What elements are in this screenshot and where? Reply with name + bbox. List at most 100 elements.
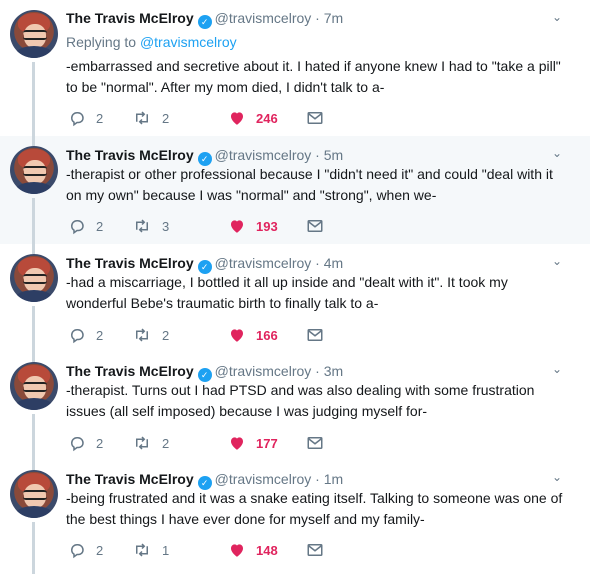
reply-icon	[70, 329, 84, 344]
tweet-timestamp[interactable]: 5m	[324, 147, 343, 163]
thread-connector	[32, 414, 35, 460]
like-button[interactable]: 148	[228, 540, 278, 560]
reply-count: 2	[96, 327, 104, 343]
retweet-count: 2	[162, 110, 170, 126]
retweet-icon	[136, 436, 148, 450]
chevron-down-icon[interactable]: ⌄	[552, 146, 566, 160]
reply-button[interactable]: 2	[68, 325, 103, 345]
retweet-button[interactable]: 2	[132, 108, 169, 128]
tweet-header: The Travis McElroy ✓ @travismcelroy · 1m	[66, 470, 343, 490]
verified-badge-icon: ✓	[197, 15, 212, 29]
tweet-text: -had a miscarriage, I bottled it all up …	[66, 274, 508, 311]
separator-dot: ·	[315, 471, 320, 487]
avatar[interactable]	[10, 10, 58, 58]
tweet-timestamp[interactable]: 1m	[324, 471, 343, 487]
like-button[interactable]: 246	[228, 108, 278, 128]
envelope-icon	[307, 220, 323, 232]
retweet-icon	[136, 328, 148, 342]
retweet-count: 1	[162, 542, 170, 558]
chevron-down-icon[interactable]: ⌄	[552, 10, 566, 24]
retweet-icon	[136, 543, 148, 557]
chevron-down-icon[interactable]: ⌄	[552, 470, 566, 484]
direct-message-button[interactable]	[306, 325, 324, 345]
avatar[interactable]	[10, 470, 58, 518]
reply-count: 2	[96, 110, 104, 126]
retweet-button[interactable]: 3	[132, 216, 169, 236]
tweet[interactable]: The Travis McElroy ✓ @travismcelroy · 4m ⌄…	[0, 244, 590, 352]
author-name[interactable]: The Travis McElroy	[66, 471, 194, 487]
heart-icon	[231, 220, 243, 233]
author-name[interactable]: The Travis McElroy	[66, 363, 194, 379]
thread-connector	[32, 352, 35, 362]
separator-dot: ·	[315, 10, 320, 26]
direct-message-button[interactable]	[306, 216, 324, 236]
envelope-icon	[307, 437, 323, 449]
retweet-button[interactable]: 2	[132, 433, 169, 453]
like-button[interactable]: 193	[228, 216, 278, 236]
author-handle[interactable]: @travismcelroy	[215, 363, 312, 379]
author-name[interactable]: The Travis McElroy	[66, 147, 194, 163]
chevron-down-icon[interactable]: ⌄	[552, 254, 566, 268]
envelope-icon	[307, 112, 323, 124]
thread-connector	[32, 460, 35, 470]
reply-button[interactable]: 2	[68, 540, 103, 560]
tweet-thread: The Travis McElroy ✓ @travismcelroy · 7m ⌄…	[0, 0, 590, 574]
reply-count: 2	[96, 542, 104, 558]
reply-count: 2	[96, 435, 104, 451]
like-button[interactable]: 177	[228, 433, 278, 453]
direct-message-button[interactable]	[306, 433, 324, 453]
tweet-text: -being frustrated and it was a snake eat…	[66, 490, 563, 527]
tweet-timestamp[interactable]: 3m	[324, 363, 343, 379]
avatar[interactable]	[10, 146, 58, 194]
tweet[interactable]: The Travis McElroy ✓ @travismcelroy · 1m ⌄…	[0, 460, 590, 574]
like-button[interactable]: 166	[228, 325, 278, 345]
author-name[interactable]: The Travis McElroy	[66, 255, 194, 271]
retweet-count: 2	[162, 435, 170, 451]
direct-message-button[interactable]	[306, 540, 324, 560]
tweet[interactable]: The Travis McElroy ✓ @travismcelroy · 7m ⌄…	[0, 0, 590, 136]
replying-to: Replying to @travismcelroy	[66, 33, 237, 51]
reply-count: 2	[96, 218, 104, 234]
reply-button[interactable]: 2	[68, 216, 103, 236]
heart-icon	[231, 112, 243, 125]
author-handle[interactable]: @travismcelroy	[215, 471, 312, 487]
thread-connector	[32, 244, 35, 254]
thread-connector	[32, 522, 35, 574]
tweet-header: The Travis McElroy ✓ @travismcelroy · 4m	[66, 254, 343, 274]
envelope-icon	[307, 544, 323, 556]
avatar[interactable]	[10, 362, 58, 410]
retweet-button[interactable]: 1	[132, 540, 169, 560]
direct-message-button[interactable]	[306, 108, 324, 128]
author-name[interactable]: The Travis McElroy	[66, 10, 194, 26]
heart-icon	[231, 329, 243, 342]
tweet-header: The Travis McElroy ✓ @travismcelroy · 3m	[66, 362, 343, 382]
tweet[interactable]: The Travis McElroy ✓ @travismcelroy · 3m ⌄…	[0, 352, 590, 460]
separator-dot: ·	[315, 363, 320, 379]
separator-dot: ·	[315, 255, 320, 271]
replying-to-label: Replying to	[66, 34, 137, 50]
reply-button[interactable]: 2	[68, 108, 103, 128]
author-handle[interactable]: @travismcelroy	[215, 10, 312, 26]
retweet-icon	[136, 219, 148, 233]
like-count: 193	[256, 218, 278, 234]
avatar[interactable]	[10, 254, 58, 302]
tweet-header: The Travis McElroy ✓ @travismcelroy · 7m	[66, 9, 343, 29]
tweet[interactable]: The Travis McElroy ✓ @travismcelroy · 5m ⌄…	[0, 136, 590, 244]
author-handle[interactable]: @travismcelroy	[215, 147, 312, 163]
retweet-button[interactable]: 2	[132, 325, 169, 345]
like-count: 148	[256, 542, 278, 558]
author-handle[interactable]: @travismcelroy	[215, 255, 312, 271]
reply-icon	[70, 220, 84, 235]
heart-icon	[231, 544, 243, 557]
chevron-down-icon[interactable]: ⌄	[552, 362, 566, 376]
retweet-count: 2	[162, 327, 170, 343]
tweet-timestamp[interactable]: 7m	[324, 10, 343, 26]
like-count: 246	[256, 110, 278, 126]
replying-to-mention[interactable]: @travismcelroy	[140, 34, 237, 50]
heart-icon	[231, 437, 243, 450]
reply-button[interactable]: 2	[68, 433, 103, 453]
reply-icon	[70, 544, 84, 559]
tweet-timestamp[interactable]: 4m	[324, 255, 343, 271]
retweet-icon	[136, 111, 148, 125]
like-count: 166	[256, 327, 278, 343]
